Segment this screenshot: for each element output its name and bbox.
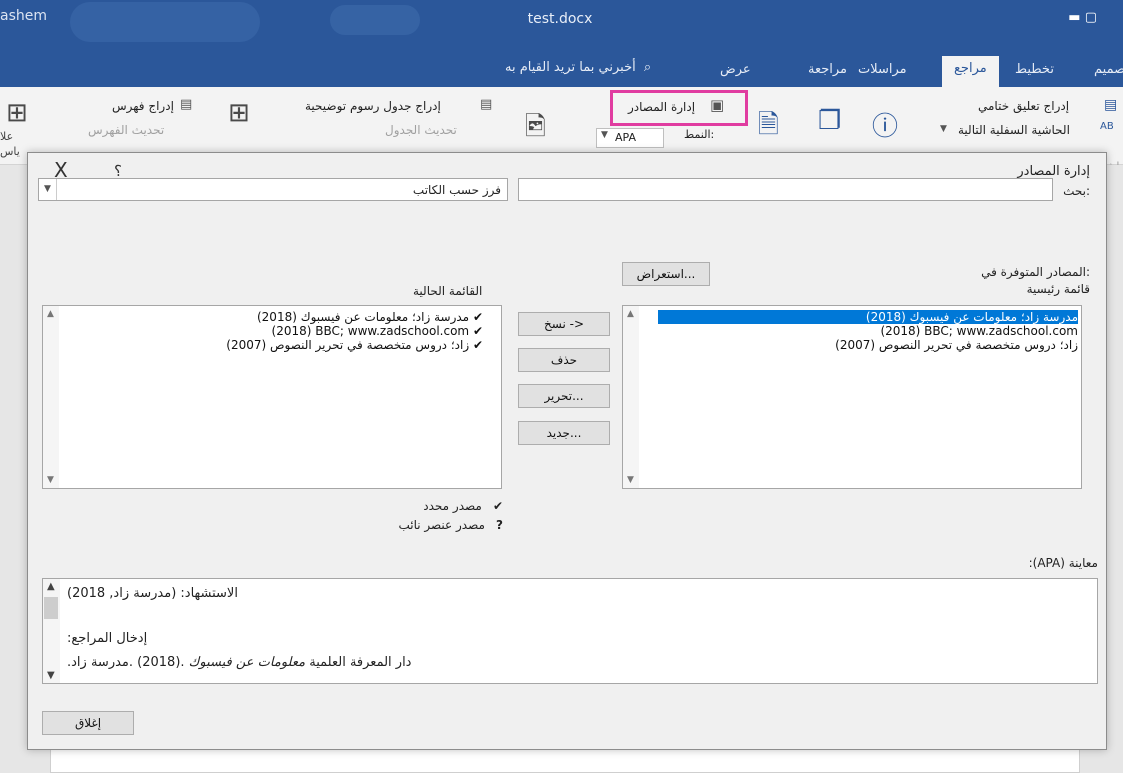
scroll-up-icon[interactable]: ▲ <box>47 309 54 319</box>
list-item-text: مدرسة زاد؛ معلومات عن فيسبوك (2018) <box>256 310 470 324</box>
ribbon-partial-left: علا <box>0 130 14 143</box>
researcher-icon[interactable]: ❐ <box>818 106 841 136</box>
preview-reference-label: :إدخال المراجع <box>67 631 148 646</box>
new-button[interactable]: جديد... <box>518 421 610 445</box>
ribbon-partial-left: ياس <box>0 145 20 158</box>
mark-entry-icon[interactable]: ⊞ <box>228 98 250 128</box>
list-item[interactable]: زاد؛ دروس متخصصة في تحرير النصوص (2007) … <box>63 338 483 352</box>
chevron-down-icon: ▼ <box>39 179 57 200</box>
style-value: APA <box>615 131 636 144</box>
list-item-text: (2018) BBC; www.zadschool.com <box>271 324 470 338</box>
preview-scrollbar[interactable]: ▲ ▼ <box>43 579 60 683</box>
legend-placeholder-text: مصدر عنصر نائب <box>398 518 485 532</box>
preview-reference: .دار المعرفة العلمية معلومات عن فيسبوك .… <box>67 655 411 670</box>
chevron-down-icon[interactable]: ▼ <box>940 124 947 134</box>
tell-me-box[interactable]: أخبرني بما تريد القيام به ⌕ <box>505 60 651 75</box>
next-footnote-button[interactable]: الحاشية السفلية التالية <box>958 123 1070 137</box>
preview-box: ▲ ▼ (مدرسة زاد, 2018) :الاستشهاد :إدخال … <box>42 578 1098 684</box>
ribbon-display-options-icon[interactable]: ▬ ▢ <box>1068 10 1097 25</box>
index-icon: ▤ <box>180 97 193 112</box>
insert-citation-icon[interactable]: 🗎 <box>758 106 779 150</box>
available-sources-label: المصادر المتوفرة في: <box>981 265 1090 279</box>
chevron-down-icon: ▼ <box>601 130 608 140</box>
style-label: النمط: <box>684 128 715 141</box>
tab-layout[interactable]: تخطيط <box>1015 62 1054 77</box>
browse-button[interactable]: استعراض... <box>622 262 710 286</box>
question-icon: ? <box>496 518 503 532</box>
list-item[interactable]: (2018) BBC; www.zadschool.com <box>658 324 1078 338</box>
scroll-thumb[interactable] <box>44 597 58 619</box>
sort-value: فرز حسب الكاتب <box>412 183 501 197</box>
list-item[interactable]: مدرسة زاد؛ معلومات عن فيسبوك (2018) ✔ <box>63 310 483 324</box>
reference-title: معلومات عن فيسبوك <box>188 655 306 670</box>
ab-icon: AB <box>1100 121 1114 132</box>
insert-endnote-button[interactable]: إدراج تعليق ختامي <box>978 99 1069 113</box>
cited-check-icon: ✔ <box>472 338 483 352</box>
current-list-label: القائمة الحالية <box>413 284 483 298</box>
tab-mailings[interactable]: مراسلات <box>858 62 907 77</box>
blurred-region <box>70 2 260 42</box>
tab-review[interactable]: مراجعة <box>808 62 847 77</box>
blurred-region <box>330 5 420 35</box>
sort-dropdown[interactable]: فرز حسب الكاتب ▼ <box>38 178 508 201</box>
cited-check-icon: ✔ <box>472 310 483 324</box>
tab-view[interactable]: عرض <box>720 62 751 77</box>
edit-button[interactable]: تحرير... <box>518 384 610 408</box>
manage-sources-button[interactable]: إدارة المصادر <box>628 100 695 114</box>
reference-author-year: .(2018) .مدرسة زاد <box>71 655 185 670</box>
insert-table-of-figures-button[interactable]: إدراج جدول رسوم توضيحية <box>305 99 441 113</box>
list-item[interactable]: زاد؛ دروس متخصصة في تحرير النصوص (2007) <box>658 338 1078 352</box>
preview-label: :(APA) معاينة <box>1028 556 1098 570</box>
current-list-scrollbar[interactable]: ▲ ▼ <box>43 306 59 488</box>
list-item-text: زاد؛ دروس متخصصة في تحرير النصوص (2007) <box>226 338 470 352</box>
current-list-items: مدرسة زاد؛ معلومات عن فيسبوك (2018) ✔ (2… <box>63 310 483 352</box>
master-list-items: مدرسة زاد؛ معلومات عن فيسبوك (2018) (201… <box>658 310 1078 352</box>
delete-button[interactable]: حذف <box>518 348 610 372</box>
title-bar: ashem test.docx ▬ ▢ <box>0 0 1123 52</box>
style-dropdown[interactable]: ▼ APA <box>596 128 664 148</box>
scroll-down-icon[interactable]: ▼ <box>627 475 634 485</box>
search-input[interactable] <box>518 178 1053 201</box>
dialog-title: إدارة المصادر <box>1017 164 1090 179</box>
preview-citation: (مدرسة زاد, 2018) :الاستشهاد <box>67 586 238 601</box>
scroll-down-icon[interactable]: ▼ <box>47 475 54 485</box>
scroll-up-icon[interactable]: ▲ <box>47 581 55 592</box>
insert-caption-icon[interactable]: 🖻 <box>525 108 546 152</box>
smart-lookup-icon[interactable]: ⓘ <box>872 106 898 143</box>
close-button[interactable]: إغلاق <box>42 711 134 735</box>
tell-me-text: أخبرني بما تريد القيام به <box>505 60 636 75</box>
update-table-button[interactable]: تحديث الجدول <box>385 123 457 137</box>
user-name: ashem <box>0 8 47 24</box>
scroll-up-icon[interactable]: ▲ <box>627 309 634 319</box>
legend-placeholder: مصدر عنصر نائب ? <box>328 514 503 533</box>
table-of-figures-icon: ▤ <box>480 97 493 112</box>
tab-design[interactable]: تصميم <box>1094 62 1123 77</box>
search-label: بحث: <box>1063 184 1090 198</box>
master-list-box[interactable]: مدرسة زاد؛ معلومات عن فيسبوك (2018) (201… <box>622 305 1082 489</box>
legend-cited-text: مصدر محدد <box>423 499 482 513</box>
manage-sources-icon: ▣ <box>710 96 725 114</box>
search-icon: ⌕ <box>643 60 652 75</box>
endnote-icon: ▤ <box>1104 97 1118 113</box>
scroll-down-icon[interactable]: ▼ <box>47 670 55 681</box>
document-title: test.docx <box>527 11 593 27</box>
master-list-scrollbar[interactable]: ▲ ▼ <box>623 306 639 488</box>
current-list-box[interactable]: مدرسة زاد؛ معلومات عن فيسبوك (2018) ✔ (2… <box>42 305 502 489</box>
cited-check-icon: ✔ <box>472 324 483 338</box>
master-list-label: قائمة رئيسية <box>1026 282 1090 296</box>
check-icon: ✔ <box>492 499 503 513</box>
list-item[interactable]: مدرسة زاد؛ معلومات عن فيسبوك (2018) <box>658 310 1078 324</box>
mark-citation-icon[interactable]: ⊞ <box>6 98 28 128</box>
insert-index-button[interactable]: إدراج فهرس <box>112 99 174 113</box>
copy-button[interactable]: نسخ -> <box>518 312 610 336</box>
list-item[interactable]: (2018) BBC; www.zadschool.com ✔ <box>63 324 483 338</box>
update-index-button[interactable]: تحديث الفهرس <box>88 123 164 137</box>
manage-sources-dialog: إدارة المصادر ؟ X بحث: فرز حسب الكاتب ▼ … <box>27 152 1107 750</box>
legend-cited: مصدر محدد ✔ <box>328 495 503 514</box>
tab-references[interactable]: مراجع <box>942 56 999 87</box>
